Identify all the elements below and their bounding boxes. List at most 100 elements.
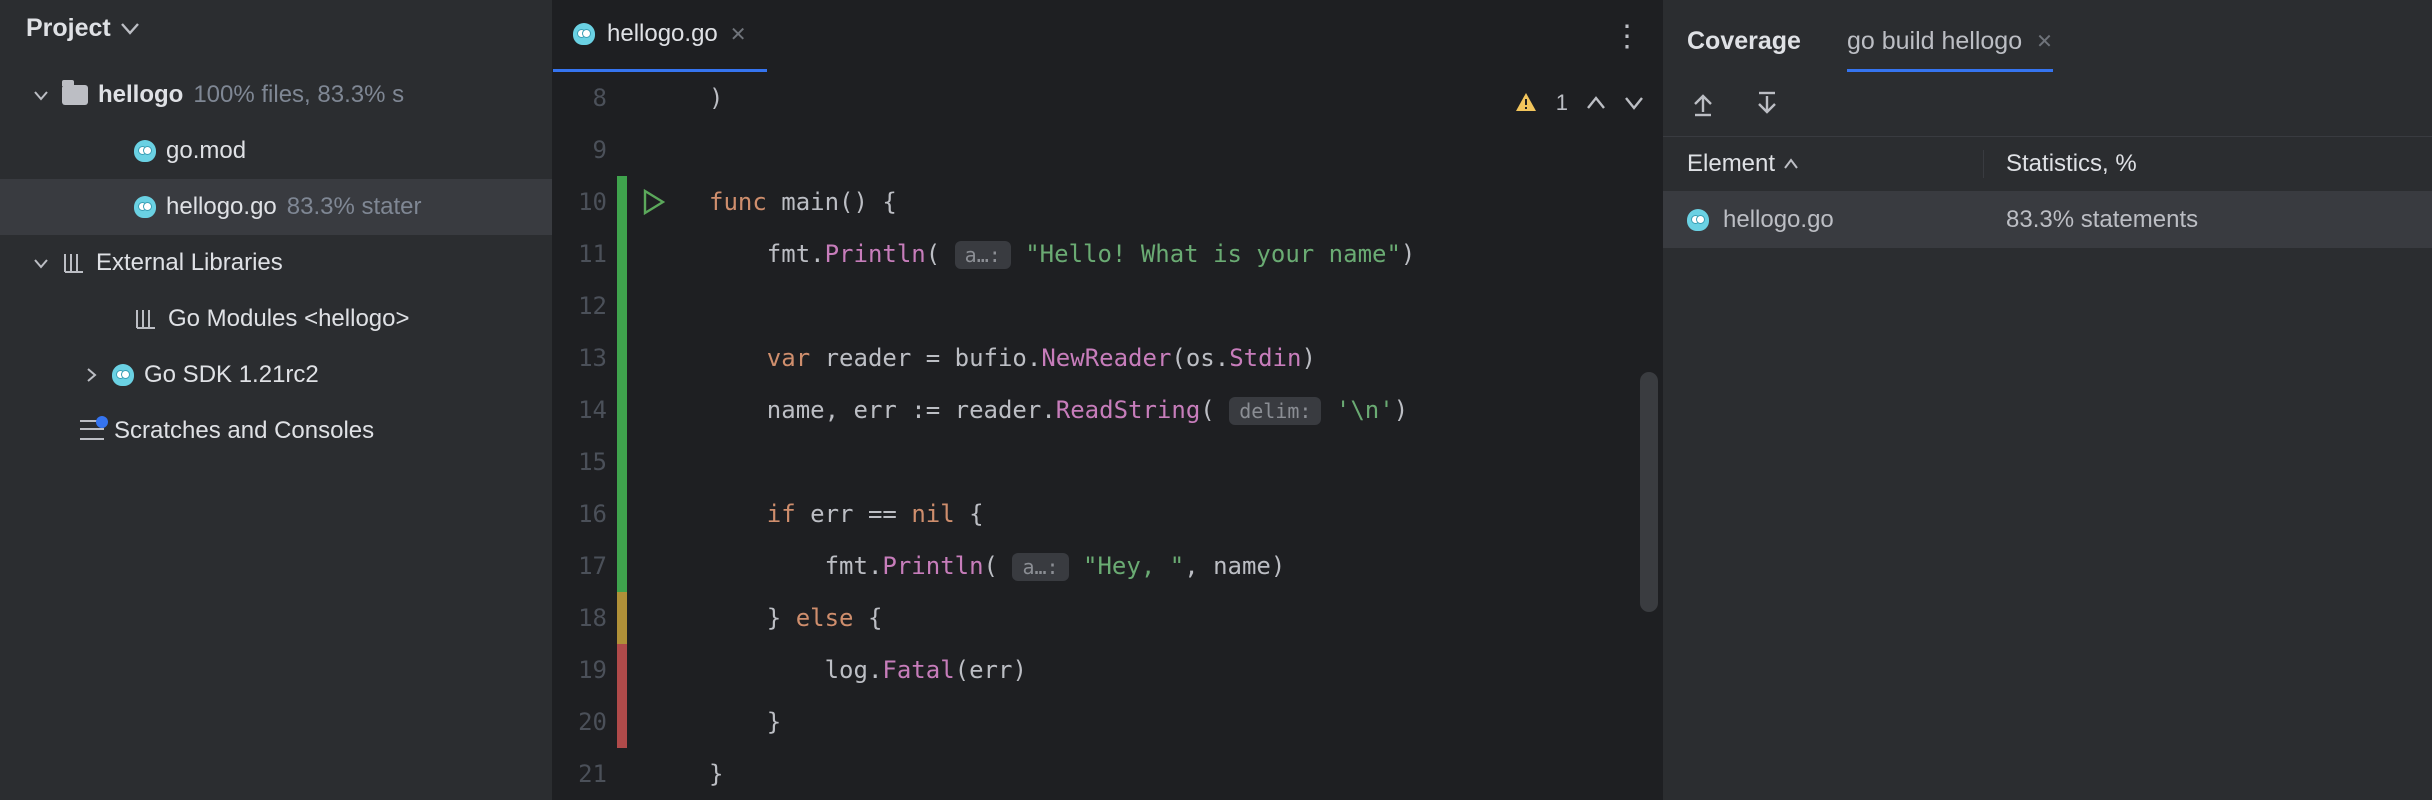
line-number: 14	[553, 384, 617, 436]
code-token: reader = bufio.	[825, 344, 1042, 372]
gutter-row[interactable]: 21	[553, 748, 681, 800]
code-line[interactable]	[709, 436, 1662, 488]
library-icon	[62, 251, 86, 275]
code-line[interactable]	[709, 280, 1662, 332]
project-root-stats: 100% files, 83.3% s	[193, 67, 404, 123]
code-token: fmt.	[709, 552, 882, 580]
tree-file-hellogo[interactable]: hellogo.go 83.3% stater	[0, 179, 552, 235]
coverage-col-statistics[interactable]: Statistics, %	[1983, 150, 2432, 178]
project-tree: hellogo 100% files, 83.3% s go.mod hello…	[0, 67, 552, 459]
run-gutter	[627, 748, 681, 800]
code-token: main	[781, 188, 839, 216]
chevron-right-icon	[80, 367, 102, 383]
code-line[interactable]: func main() {	[709, 176, 1662, 228]
code-token	[1011, 240, 1025, 268]
tree-file-go-mod[interactable]: go.mod	[0, 123, 552, 179]
code-token: Println	[825, 240, 926, 268]
run-gutter	[627, 332, 681, 384]
code-line[interactable]: var reader = bufio.NewReader(os.Stdin)	[709, 332, 1662, 384]
gutter-row[interactable]: 11	[553, 228, 681, 280]
gutter-row[interactable]: 8	[553, 72, 681, 124]
gutter-row[interactable]: 18	[553, 592, 681, 644]
code-line[interactable]: } else {	[709, 592, 1662, 644]
code-token: var	[767, 344, 825, 372]
project-root-label: hellogo	[98, 67, 183, 123]
coverage-marker	[617, 644, 627, 696]
project-root[interactable]: hellogo 100% files, 83.3% s	[0, 67, 552, 123]
tab-coverage[interactable]: Coverage	[1687, 27, 1801, 72]
editor-body[interactable]: 89101112131415161718192021 ) func main() …	[553, 72, 1662, 800]
close-icon[interactable]: ✕	[730, 22, 747, 47]
code-token: {	[868, 604, 882, 632]
node-label: External Libraries	[96, 235, 283, 291]
tree-go-sdk[interactable]: Go SDK 1.21rc2	[0, 347, 552, 403]
inlay-hint: a…:	[1012, 553, 1068, 581]
tree-external-libraries[interactable]: External Libraries	[0, 235, 552, 291]
tab-go-build[interactable]: go build hellogo ✕	[1847, 27, 2053, 72]
code-line[interactable]: log.Fatal(err)	[709, 644, 1662, 696]
coverage-file-name: hellogo.go	[1723, 206, 1834, 234]
code-token: )	[1394, 396, 1408, 424]
code-token	[1321, 396, 1335, 424]
line-number: 15	[553, 436, 617, 488]
coverage-col-element[interactable]: Element	[1663, 150, 1983, 178]
go-file-icon	[573, 23, 595, 45]
scratches-icon	[80, 422, 104, 440]
editor-tab-overflow-menu[interactable]: ⋮	[1612, 0, 1644, 72]
gutter-row[interactable]: 13	[553, 332, 681, 384]
gutter-row[interactable]: 12	[553, 280, 681, 332]
code-token: (	[1200, 396, 1229, 424]
coverage-marker	[617, 540, 627, 592]
code-token: ReadString	[1056, 396, 1201, 424]
line-number: 10	[553, 176, 617, 228]
run-icon[interactable]	[643, 189, 665, 215]
run-gutter	[627, 488, 681, 540]
gutter-row[interactable]: 17	[553, 540, 681, 592]
navigate-down-icon[interactable]	[1753, 90, 1781, 118]
code-token: Fatal	[882, 656, 954, 684]
line-number: 19	[553, 644, 617, 696]
editor-tab-hellogo[interactable]: hellogo.go ✕	[553, 0, 767, 72]
code-token: '\n'	[1336, 396, 1394, 424]
run-gutter	[627, 72, 681, 124]
project-panel: Project hellogo 100% files, 83.3% s go.m…	[0, 0, 553, 800]
code-line[interactable]	[709, 124, 1662, 176]
code-token: )	[1301, 344, 1315, 372]
col-label: Element	[1687, 150, 1775, 178]
gutter-row[interactable]: 20	[553, 696, 681, 748]
folder-icon	[62, 85, 88, 105]
tab-label: go build hellogo	[1847, 27, 2022, 56]
code-line[interactable]: if err == nil {	[709, 488, 1662, 540]
code-line[interactable]: }	[709, 696, 1662, 748]
code-line[interactable]: fmt.Println( a…: "Hey, ", name)	[709, 540, 1662, 592]
project-panel-header[interactable]: Project	[0, 0, 552, 67]
gutter-row[interactable]: 10	[553, 176, 681, 228]
close-icon[interactable]: ✕	[2036, 29, 2053, 54]
gutter-row[interactable]: 16	[553, 488, 681, 540]
code-line[interactable]: )	[709, 72, 1662, 124]
navigate-up-icon[interactable]	[1689, 90, 1717, 118]
code-line[interactable]: name, err := reader.ReadString( delim: '…	[709, 384, 1662, 436]
file-label: hellogo.go	[166, 179, 277, 235]
code-line[interactable]: fmt.Println( a…: "Hello! What is your na…	[709, 228, 1662, 280]
coverage-stat: 83.3% statements	[2006, 206, 2198, 234]
tree-scratches[interactable]: Scratches and Consoles	[0, 403, 552, 459]
gutter-row[interactable]: 9	[553, 124, 681, 176]
editor-scrollbar[interactable]	[1640, 372, 1658, 612]
run-gutter[interactable]	[627, 176, 681, 228]
tree-go-modules[interactable]: Go Modules <hellogo>	[0, 291, 552, 347]
line-number: 16	[553, 488, 617, 540]
coverage-marker	[617, 228, 627, 280]
coverage-marker	[617, 436, 627, 488]
coverage-marker	[617, 488, 627, 540]
node-label: Go Modules <hellogo>	[168, 291, 410, 347]
code-token: if	[767, 500, 810, 528]
gutter-row[interactable]: 19	[553, 644, 681, 696]
coverage-row[interactable]: hellogo.go 83.3% statements	[1663, 192, 2432, 248]
gutter-row[interactable]: 15	[553, 436, 681, 488]
code-token: () {	[839, 188, 897, 216]
gutter-row[interactable]: 14	[553, 384, 681, 436]
code-line[interactable]: }	[709, 748, 1662, 800]
coverage-table-header: Element Statistics, %	[1663, 136, 2432, 192]
inlay-hint: a…:	[955, 241, 1011, 269]
